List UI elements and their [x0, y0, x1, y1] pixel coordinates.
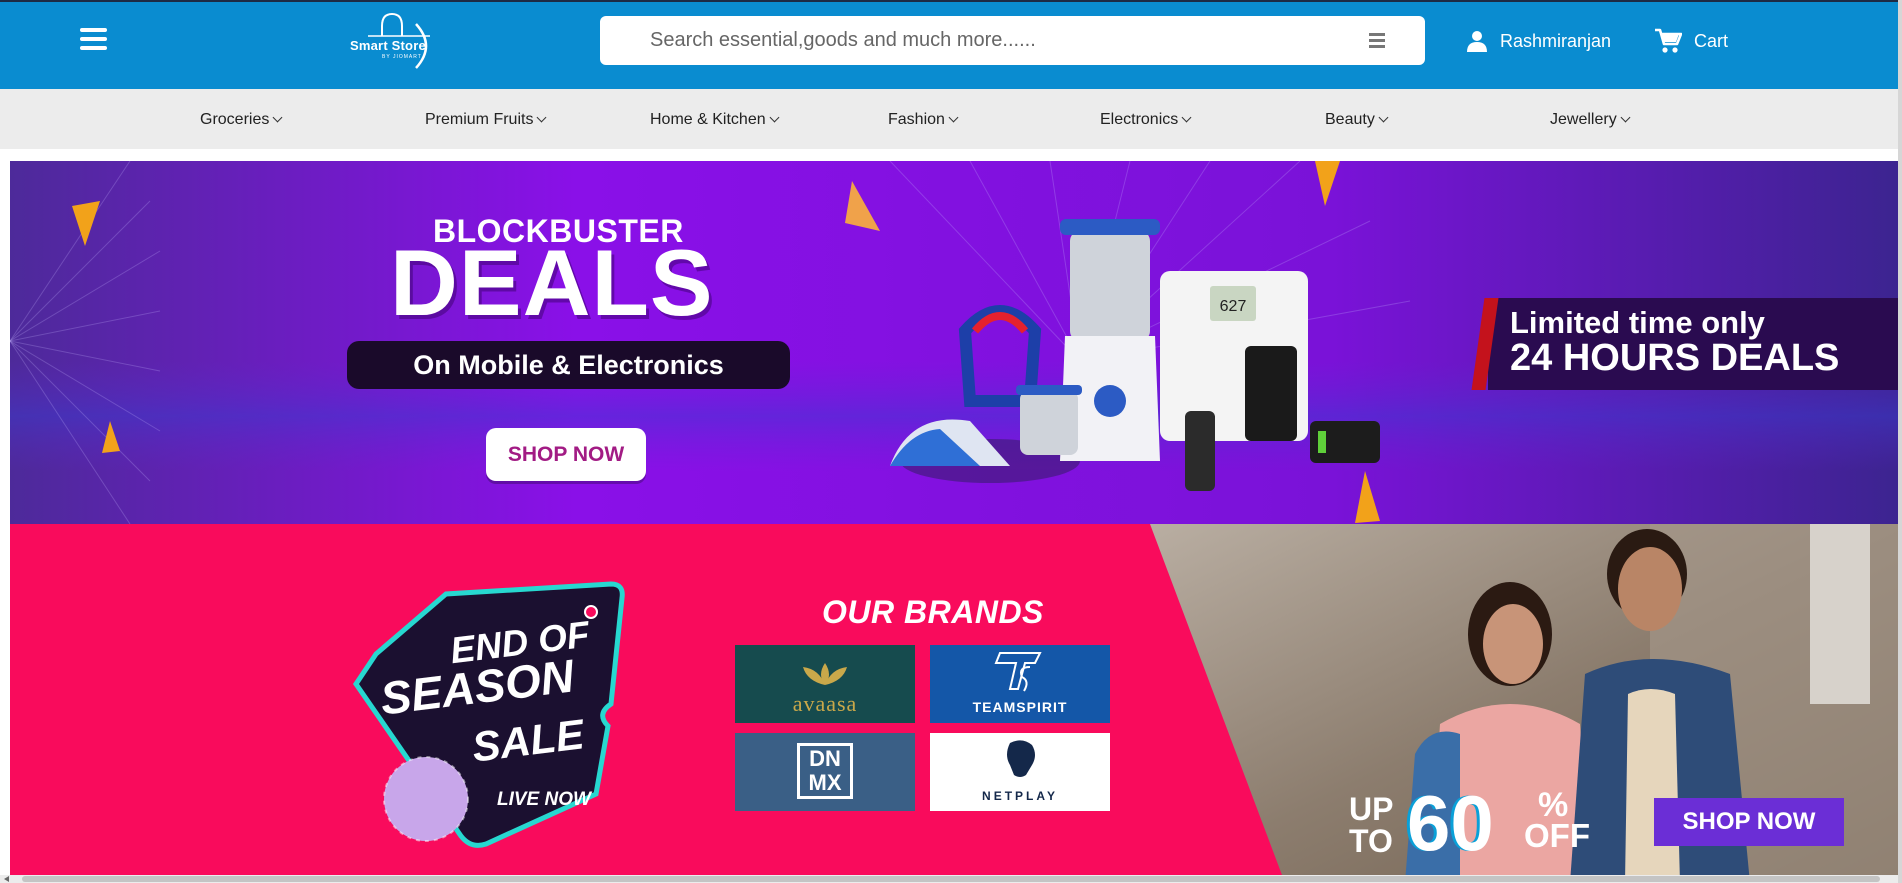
vertical-scrollbar[interactable] — [1898, 0, 1902, 883]
page: Smart Store BY JIOMART Rashmiranjan C — [0, 0, 1902, 883]
brand-name: NETPLAY — [982, 789, 1058, 803]
category-nav: Groceries Premium Fruits Home & Kitchen … — [0, 89, 1902, 149]
sale-live-now: LIVE NOW — [497, 789, 591, 810]
scale-display: 627 — [1220, 298, 1247, 315]
brand-tile-netplay[interactable]: NETPLAY — [930, 733, 1110, 811]
nav-item-label: Groceries — [200, 111, 270, 128]
nav-item-premium-fruits[interactable]: Premium Fruits — [425, 111, 547, 129]
offer-to-text: TO — [1349, 823, 1393, 859]
nav-item-label: Jewellery — [1550, 111, 1617, 128]
chevron-down-icon — [537, 112, 547, 123]
banner-subtitle: On Mobile & Electronics — [347, 341, 790, 389]
brand-name: DN MX — [808, 746, 842, 795]
end-of-season-banner[interactable]: END OF SEASON SALE LIVE NOW OUR BRANDS a… — [10, 524, 1898, 883]
cart-link[interactable]: Cart — [1654, 26, 1728, 56]
nav-item-label: Electronics — [1100, 111, 1179, 128]
scroll-left-arrow-icon[interactable] — [4, 876, 9, 882]
logo-text: Smart Store — [350, 38, 426, 53]
search-bar[interactable] — [600, 16, 1425, 65]
brand-tile-teamspirit[interactable]: TEAMSPIRIT — [930, 645, 1110, 723]
nav-item-fashion[interactable]: Fashion — [888, 111, 959, 129]
nav-item-groceries[interactable]: Groceries — [200, 111, 283, 129]
store-logo[interactable]: Smart Store BY JIOMART — [344, 10, 456, 72]
menu-lines-icon[interactable] — [1369, 33, 1385, 49]
chevron-down-icon — [1181, 112, 1192, 123]
brand-name: avaasa — [792, 691, 858, 716]
nav-item-label: Home & Kitchen — [650, 111, 766, 128]
user-icon — [1467, 31, 1487, 52]
chevron-down-icon — [769, 112, 780, 123]
banner-title-line2: DEALS — [390, 230, 714, 335]
chevron-down-icon — [948, 112, 959, 123]
limited-time-line1: Limited time only — [1510, 305, 1765, 340]
brand-tile-avaasa[interactable]: avaasa — [735, 645, 915, 723]
hamburger-menu-icon[interactable] — [80, 28, 107, 54]
nav-item-label: Fashion — [888, 111, 945, 128]
nav-item-label: Premium Fruits — [425, 111, 534, 128]
nav-item-beauty[interactable]: Beauty — [1325, 111, 1389, 129]
horizontal-scrollbar-thumb[interactable] — [22, 876, 1880, 882]
offer-percent-value: 60 — [1407, 779, 1494, 867]
nav-item-home-kitchen[interactable]: Home & Kitchen — [650, 111, 780, 129]
cart-label: Cart — [1694, 30, 1729, 51]
chevron-down-icon — [272, 112, 283, 123]
nav-item-label: Beauty — [1325, 111, 1375, 128]
brand-tile-dnmx[interactable]: DN MX — [735, 733, 915, 811]
nav-item-jewellery[interactable]: Jewellery — [1550, 111, 1631, 129]
our-brands-title: OUR BRANDS — [822, 594, 1044, 630]
user-name: Rashmiranjan — [1500, 30, 1612, 51]
limited-time-line2: 24 HOURS DEALS — [1510, 337, 1840, 379]
nav-item-electronics[interactable]: Electronics — [1100, 111, 1192, 129]
shop-now-button[interactable]: SHOP NOW — [1654, 798, 1844, 846]
chevron-down-icon — [1378, 112, 1389, 123]
chevron-down-icon — [1620, 112, 1631, 123]
top-header-bar: Smart Store BY JIOMART Rashmiranjan C — [0, 0, 1902, 89]
user-account-link[interactable]: Rashmiranjan — [1466, 26, 1611, 56]
blockbuster-deals-banner[interactable]: 627 BLOCKBUSTER DEALS On Mobile & Electr… — [10, 161, 1898, 524]
offer-off-text: OFF — [1524, 817, 1590, 854]
cart-icon — [1655, 28, 1682, 53]
search-input[interactable] — [650, 16, 1330, 65]
horizontal-scrollbar[interactable] — [0, 875, 1898, 883]
logo-subtext: BY JIOMART — [382, 54, 422, 60]
shop-now-button[interactable]: SHOP NOW — [486, 428, 646, 481]
brand-name: TEAMSPIRIT — [972, 699, 1068, 715]
